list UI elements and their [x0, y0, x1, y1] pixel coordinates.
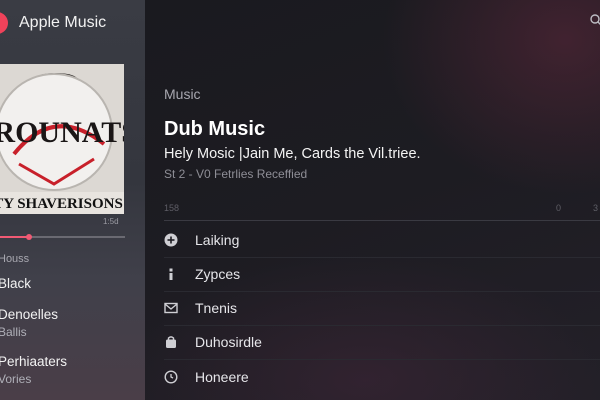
progress-knob[interactable] — [25, 234, 32, 240]
page-title: Dub Music — [164, 118, 266, 140]
music-note-icon: ♪ — [0, 12, 8, 34]
sidebar-item-perhiaaters[interactable]: Perhiaaters Vories — [0, 354, 67, 386]
sidebar-item-title: Black — [0, 276, 32, 291]
search-icon[interactable] — [590, 14, 600, 26]
sidebar-item-title: Denoelles — [0, 307, 59, 322]
sidebar: ♪ Apple Music KROUNATS TY SHAVERISONS 1:… — [0, 0, 145, 400]
sidebar-section-label: Houss — [0, 253, 30, 265]
list-item-zypces[interactable]: Zypces — [145, 257, 600, 291]
page-meta: St 2 - V0 Fetrlies Receffied — [164, 167, 308, 181]
column-header-mid: 0 — [556, 203, 562, 213]
clock-icon — [164, 370, 178, 384]
app-header: ♪ Apple Music — [0, 8, 106, 38]
album-art-text: KROUNATS — [0, 116, 124, 149]
list-item-label: Duhosirdle — [195, 334, 262, 350]
sidebar-item-title: Perhiaaters — [0, 354, 68, 369]
column-header-left: 158 — [164, 203, 180, 213]
list-item-laiking[interactable]: Laiking — [145, 223, 600, 257]
playback-progress[interactable] — [0, 234, 125, 240]
page-subtitle: Hely Mosic |Jain Me, Cards the Vil.triee… — [164, 146, 421, 162]
progress-fill — [0, 236, 29, 238]
list-item-duhosirdle[interactable]: Duhosirdle — [145, 325, 600, 359]
sidebar-item-subtitle: Vories — [0, 372, 32, 386]
plus-circle-icon — [164, 233, 178, 247]
list-item-label: Zypces — [195, 266, 241, 282]
info-icon — [164, 267, 178, 281]
list-item-label: Honeere — [195, 369, 249, 385]
header-divider — [164, 220, 600, 221]
list-item-honeere[interactable]: Honeere — [145, 360, 600, 394]
list-item-label: Tnenis — [195, 300, 238, 316]
app-title: Apple Music — [19, 14, 107, 31]
album-art-image: KROUNATS TY SHAVERISONS — [0, 64, 124, 214]
breadcrumb[interactable]: Music — [164, 86, 201, 102]
bag-icon — [164, 335, 178, 349]
sidebar-item-black[interactable]: Black — [0, 276, 31, 291]
column-header-right: 3 — [593, 203, 599, 213]
envelope-icon — [164, 301, 178, 315]
album-art-caption: TY SHAVERISONS — [0, 196, 123, 212]
list-item-label: Laiking — [195, 232, 240, 248]
list-item-tnenis[interactable]: Tnenis — [145, 291, 600, 325]
sidebar-item-subtitle: Ballis — [0, 325, 27, 339]
album-art[interactable]: KROUNATS TY SHAVERISONS — [0, 64, 124, 214]
track-time: 1:5d — [103, 217, 119, 226]
main-content: Music Dub Music Hely Mosic |Jain Me, Car… — [145, 0, 600, 400]
sidebar-item-denoelles[interactable]: Denoelles Ballis — [0, 307, 58, 339]
